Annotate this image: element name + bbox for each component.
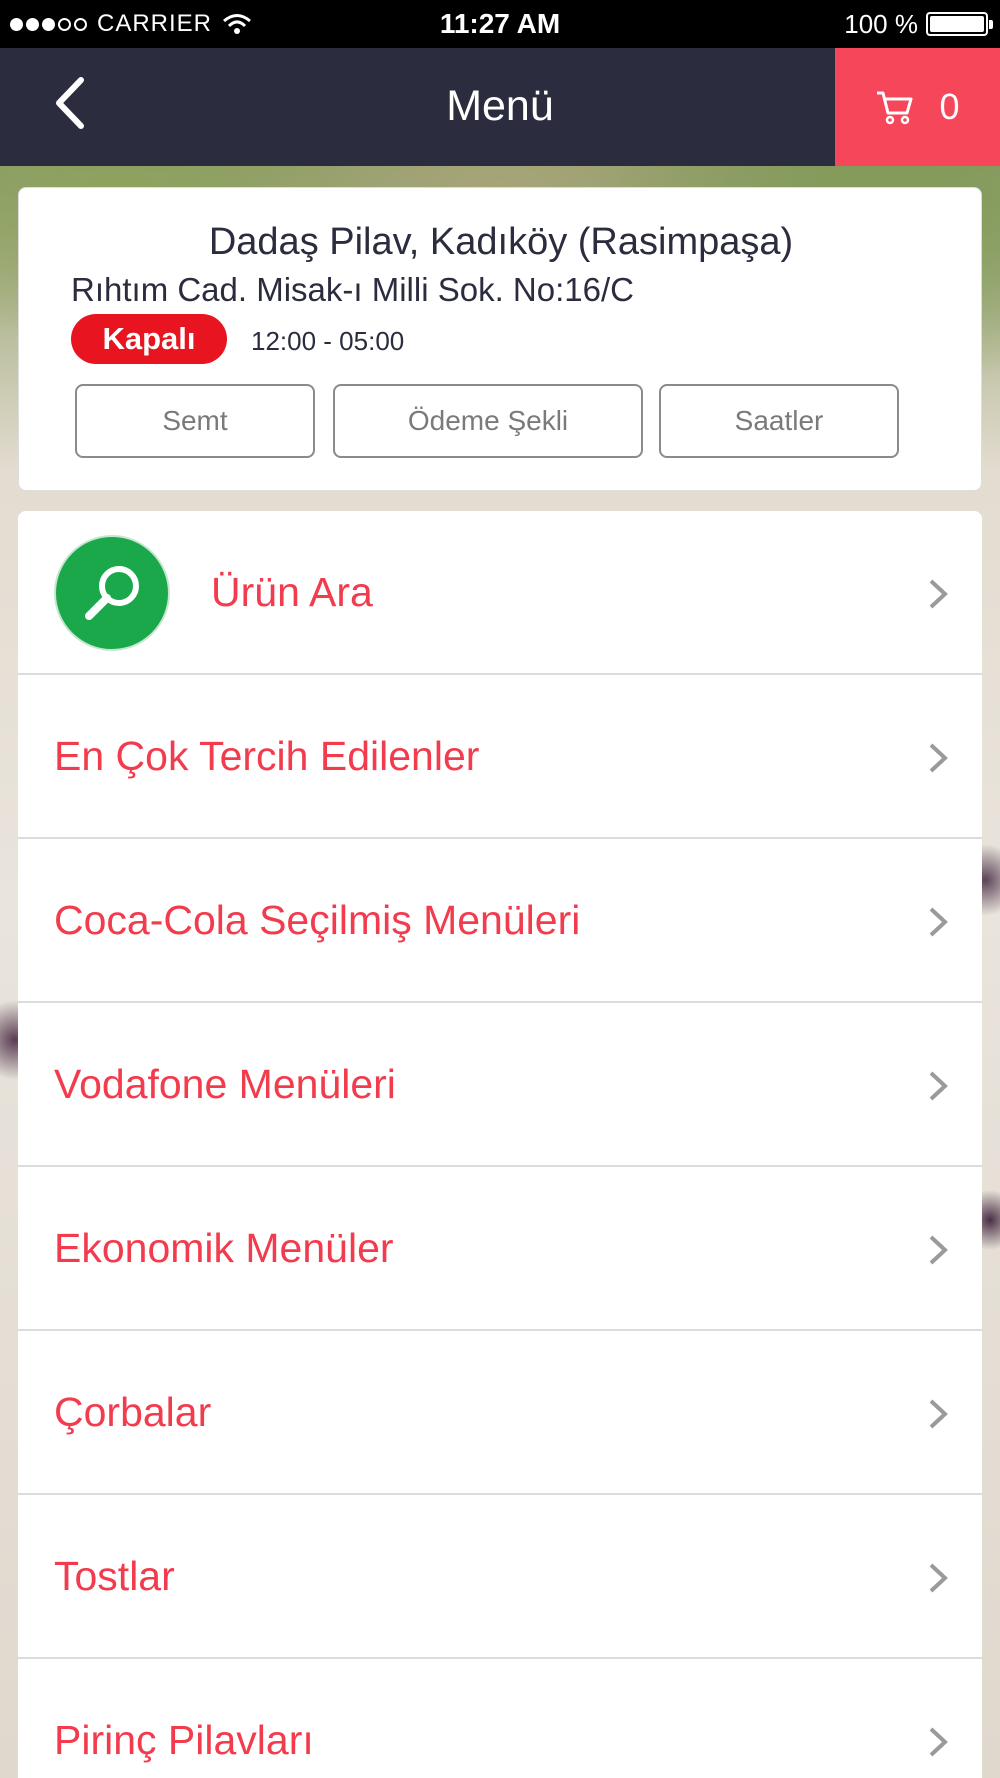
menu-item-coca-cola-menus[interactable]: Coca-Cola Seçilmiş Menüleri <box>18 839 982 1003</box>
chevron-right-icon <box>929 579 948 609</box>
restaurant-name: Dadaş Pilav, Kadıköy (Rasimpaşa) <box>208 221 794 263</box>
search-products-label: Ürün Ara <box>211 569 373 615</box>
menu-item-label: Tostlar <box>54 1553 175 1599</box>
cart-icon <box>877 91 913 125</box>
district-button[interactable]: Semt <box>75 384 315 458</box>
menu-item-soups[interactable]: Çorbalar <box>18 1331 982 1495</box>
menu-item-label: Coca-Cola Seçilmiş Menüleri <box>54 897 581 943</box>
chevron-right-icon <box>929 1727 948 1757</box>
menu-category-list: Ürün Ara En Çok Tercih Edilenler Coca-Co… <box>18 511 982 1778</box>
menu-item-vodafone-menus[interactable]: Vodafone Menüleri <box>18 1003 982 1167</box>
restaurant-address: Rıhtım Cad. Misak-ı Milli Sok. No:16/C <box>71 271 634 308</box>
cart-count: 0 <box>939 86 960 127</box>
menu-item-label: Pirinç Pilavları <box>54 1717 314 1763</box>
menu-item-most-preferred[interactable]: En Çok Tercih Edilenler <box>18 675 982 839</box>
cart-button[interactable]: 0 <box>835 48 1000 166</box>
chevron-right-icon <box>929 1071 948 1101</box>
status-badge: Kapalı <box>71 314 227 364</box>
hours-button[interactable]: Saatler <box>659 384 899 458</box>
menu-item-rice-pilafs[interactable]: Pirinç Pilavları <box>18 1659 982 1778</box>
chevron-right-icon <box>929 1399 948 1429</box>
battery-percent: 100 % <box>844 8 918 39</box>
chevron-right-icon <box>929 743 948 773</box>
search-icon <box>54 535 170 651</box>
menu-item-economic-menus[interactable]: Ekonomik Menüler <box>18 1167 982 1331</box>
opening-hours: 12:00 - 05:00 <box>251 326 405 356</box>
restaurant-info-card: Dadaş Pilav, Kadıköy (Rasimpaşa) Rıhtım … <box>18 187 982 491</box>
chevron-right-icon <box>929 907 948 937</box>
chevron-right-icon <box>929 1235 948 1265</box>
status-right: 100 % <box>844 0 993 48</box>
menu-item-label: Çorbalar <box>54 1389 212 1435</box>
search-products-row[interactable]: Ürün Ara <box>18 511 982 675</box>
status-bar: CARRIER 11:27 AM 100 % <box>0 0 1000 48</box>
menu-item-label: Vodafone Menüleri <box>54 1061 396 1107</box>
nav-bar: Menü 0 <box>0 48 1000 166</box>
battery-icon <box>926 12 993 36</box>
menu-item-label: En Çok Tercih Edilenler <box>54 733 480 779</box>
menu-item-toasts[interactable]: Tostlar <box>18 1495 982 1659</box>
chevron-right-icon <box>929 1563 948 1593</box>
payment-method-button[interactable]: Ödeme Şekli <box>333 384 643 458</box>
menu-item-label: Ekonomik Menüler <box>54 1225 394 1271</box>
